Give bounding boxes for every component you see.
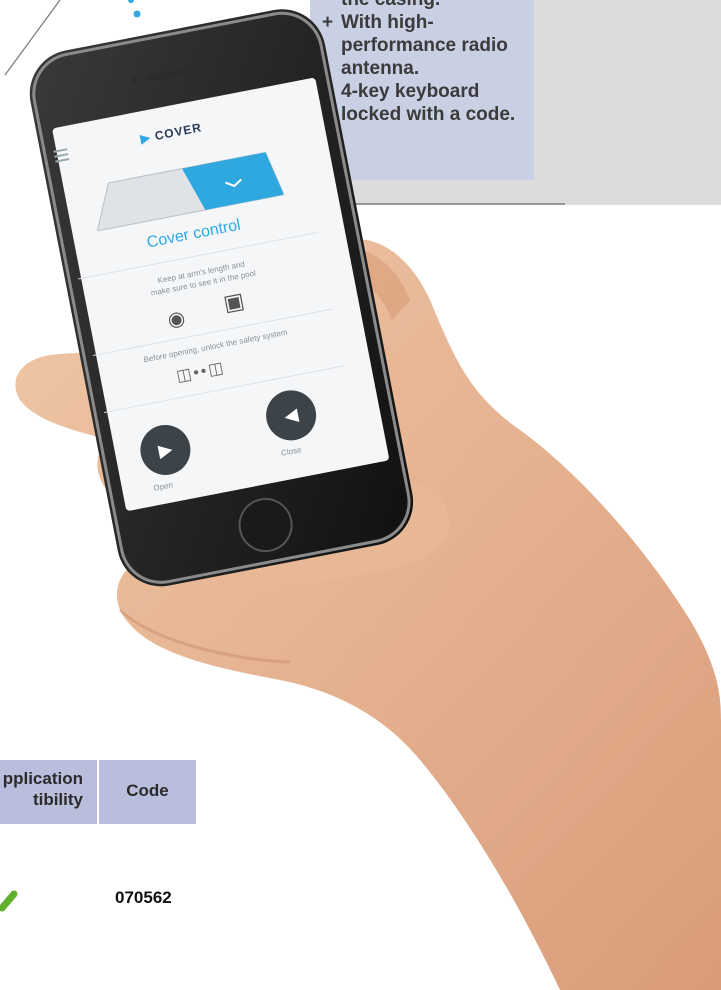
check-icon xyxy=(0,890,18,912)
app-logo: ▶ COVER xyxy=(139,120,204,146)
logo-mark-icon: ▶ xyxy=(139,130,152,146)
open-label: Open xyxy=(152,480,174,493)
header-label: Code xyxy=(126,781,169,800)
menu-icon[interactable] xyxy=(53,148,70,163)
eye-icon: ◉ xyxy=(165,306,188,332)
unlock-key-icon: ◫••◫ xyxy=(175,359,227,386)
close-label: Close xyxy=(280,445,303,458)
open-button[interactable]: ▶ xyxy=(136,420,195,480)
table-header-code: Code xyxy=(99,760,196,824)
header-label: pplication tibility xyxy=(2,769,83,809)
table-header-application: pplication tibility xyxy=(0,760,97,824)
pool-view-icon: ▣ xyxy=(221,287,247,316)
product-code: 070562 xyxy=(115,888,172,907)
close-button[interactable]: ◀ xyxy=(261,386,321,445)
